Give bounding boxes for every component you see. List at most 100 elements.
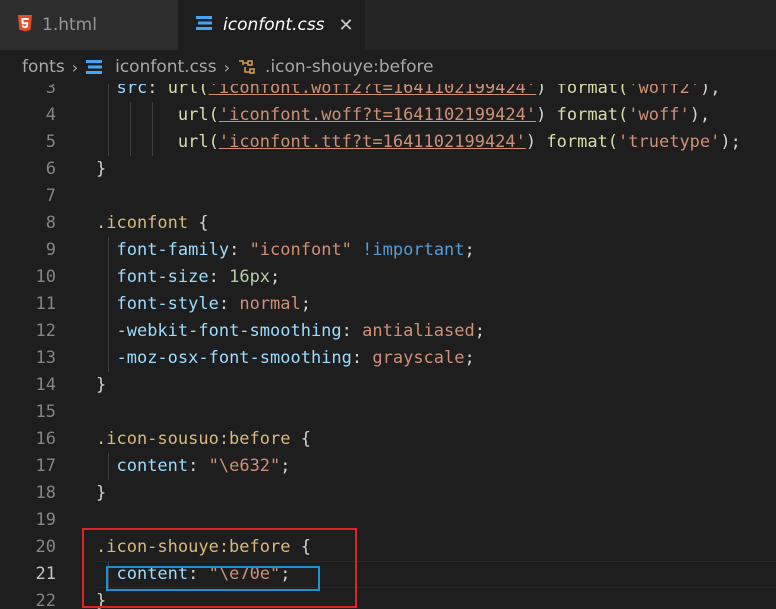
code-line[interactable]: 18} [0, 480, 776, 507]
code-token: format( [556, 105, 629, 125]
code-token: 'iconfont.woff?t=1641102199424' [218, 105, 537, 125]
tab-label: iconfont.css [223, 15, 325, 35]
code-token: ) [525, 132, 547, 152]
code-text: -moz-osx-font-smoothing: grayscale; [96, 345, 474, 372]
breadcrumb-file[interactable]: iconfont.css [115, 57, 217, 77]
code-token: ) [536, 105, 557, 125]
tab-iconfont-css[interactable]: iconfont.css ✕ [178, 0, 365, 50]
code-text: } [96, 156, 106, 183]
line-number: 15 [35, 402, 56, 422]
code-line[interactable]: 7 [0, 183, 776, 210]
code-token: antialiased [362, 321, 475, 341]
line-number: 14 [35, 375, 56, 395]
line-number: 6 [45, 159, 56, 179]
code-token: font-size [116, 267, 209, 287]
code-line[interactable]: 11 font-style: normal; [0, 291, 776, 318]
indent-guide [108, 453, 109, 480]
editor-tab-bar: 1.html iconfont.css ✕ [0, 0, 776, 50]
line-number: 8 [45, 213, 56, 233]
code-line[interactable]: 9 font-family: "iconfont" !important; [0, 237, 776, 264]
indent-guide [108, 84, 109, 156]
code-token: : [208, 267, 230, 287]
css3-icon [195, 14, 213, 36]
code-token: url( [177, 105, 219, 125]
code-line[interactable]: 16 .icon-sousuo:before { [0, 426, 776, 453]
code-token: ; [300, 294, 311, 314]
code-line[interactable]: 17 content: "\e632"; [0, 453, 776, 480]
code-token: ; [280, 456, 291, 476]
code-line[interactable]: 13 -moz-osx-font-smoothing: grayscale; [0, 345, 776, 372]
line-number: 5 [45, 132, 56, 152]
code-line[interactable]: 5 url('iconfont.ttf?t=1641102199424') fo… [0, 129, 776, 156]
line-number: 9 [45, 240, 56, 260]
code-token: src [116, 84, 148, 98]
chevron-right-icon: › [71, 57, 79, 77]
html5-icon [18, 14, 32, 36]
code-token: -moz-osx-font-smoothing [116, 348, 352, 368]
line-number: 7 [45, 186, 56, 206]
code-token: ; [464, 240, 475, 260]
code-line[interactable]: 12 -webkit-font-smoothing: antialiased; [0, 318, 776, 345]
code-text: url('iconfont.ttf?t=1641102199424') form… [96, 129, 741, 156]
code-text: font-family: "iconfont" !important; [96, 237, 475, 264]
code-text: url('iconfont.woff?t=1641102199424') for… [96, 102, 710, 129]
code-text: } [96, 372, 106, 399]
line-number: 12 [35, 321, 56, 341]
code-token: 'woff2' [628, 84, 700, 98]
code-token: ); [720, 132, 741, 152]
tab-1-html[interactable]: 1.html [0, 0, 178, 50]
close-icon[interactable]: ✕ [339, 15, 354, 36]
code-token: 'iconfont.woff2?t=1641102199424' [208, 84, 537, 98]
code-token: !important [362, 240, 465, 260]
line-number: 13 [35, 348, 56, 368]
code-token: url( [167, 84, 209, 98]
indent-guide [108, 237, 109, 372]
code-token: format( [556, 84, 629, 98]
code-token: .iconfont [96, 213, 189, 233]
line-number: 11 [35, 294, 56, 314]
code-token: format( [546, 132, 619, 152]
css3-icon [85, 57, 103, 77]
line-number: 16 [35, 429, 56, 449]
code-line[interactable]: 15 [0, 399, 776, 426]
code-token: .icon-sousuo:before [96, 429, 291, 449]
code-token: grayscale [372, 348, 465, 368]
code-text: .icon-sousuo:before { [96, 426, 311, 453]
tab-label: 1.html [42, 15, 97, 35]
breadcrumb-symbol[interactable]: .icon-shouye:before [265, 57, 434, 77]
code-token: : [218, 294, 240, 314]
code-line[interactable]: 14} [0, 372, 776, 399]
code-text: } [96, 480, 106, 507]
code-token: 'woff' [628, 105, 690, 125]
code-line[interactable]: 6} [0, 156, 776, 183]
code-line[interactable]: 3 src: url('iconfont.woff2?t=16411021994… [0, 84, 776, 102]
line-number: 20 [35, 537, 56, 557]
code-token: ; [270, 267, 281, 287]
breadcrumb-folder[interactable]: fonts [22, 57, 65, 77]
line-number: 3 [45, 84, 56, 98]
code-token: 'truetype' [618, 132, 721, 152]
line-number: 22 [35, 591, 56, 609]
code-line[interactable]: 8 .iconfont { [0, 210, 776, 237]
line-number: 19 [35, 510, 56, 530]
code-token: } [96, 483, 107, 503]
code-token: font-family [116, 240, 230, 260]
code-token: } [96, 159, 107, 179]
code-text: content: "\e632"; [96, 453, 291, 480]
indent-guide [130, 102, 131, 156]
code-token: { [188, 213, 209, 233]
indent-guide [152, 102, 153, 156]
code-token: } [96, 375, 107, 395]
code-line[interactable]: 10 font-size: 16px; [0, 264, 776, 291]
code-token: : [341, 321, 363, 341]
code-token: 'iconfont.ttf?t=1641102199424' [218, 132, 526, 152]
code-token: url( [177, 132, 219, 152]
code-token: : [188, 456, 209, 476]
code-text: -webkit-font-smoothing: antialiased; [96, 318, 485, 345]
code-token: ), [699, 84, 721, 98]
code-token: content [116, 456, 189, 476]
code-line[interactable]: 4 url('iconfont.woff?t=1641102199424') f… [0, 102, 776, 129]
code-token: : [229, 240, 250, 260]
highlight-box-blue [106, 566, 320, 591]
